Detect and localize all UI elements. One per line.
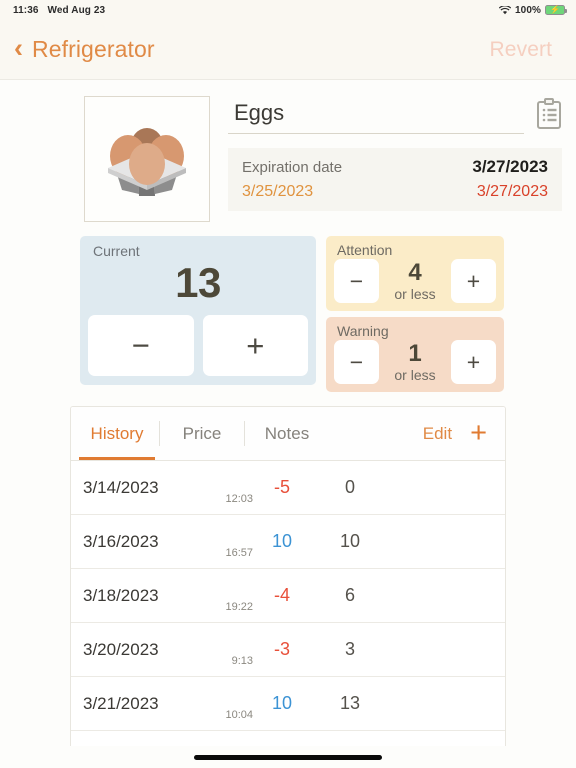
history-date: 3/20/2023 — [83, 639, 159, 659]
attention-increment-button[interactable]: + — [451, 259, 496, 303]
expiration-threshold-row: 3/25/2023 3/27/2023 — [242, 183, 548, 201]
tab-price[interactable]: Price — [160, 407, 244, 460]
warning-value-group: 1 or less — [385, 339, 445, 383]
history-total: 3 — [344, 639, 355, 659]
status-date: Wed Aug 23 — [47, 4, 106, 16]
page-title: Refrigerator — [32, 36, 155, 62]
attention-label: Attention — [337, 242, 393, 258]
history-total: 10 — [339, 531, 361, 551]
history-delta: -4 — [273, 585, 290, 605]
history-list: 3/14/2023 12:03 -5 0 3/16/2023 16:57 10 … — [71, 461, 505, 768]
status-bar-right: 100% ⚡ — [499, 4, 567, 16]
battery-percent: 100% — [515, 4, 541, 16]
product-thumbnail[interactable] — [84, 96, 210, 222]
warning-decrement-button[interactable]: − — [334, 340, 379, 384]
history-time: 10:04 — [225, 709, 253, 721]
history-date: 3/14/2023 — [83, 477, 159, 497]
expiration-date-value: 3/27/2023 — [472, 157, 548, 176]
product-name-input[interactable] — [228, 98, 524, 134]
wifi-icon — [499, 5, 512, 15]
table-row[interactable]: 3/16/2023 16:57 10 10 — [71, 515, 505, 569]
main-content: Expiration date 3/27/2023 3/25/2023 3/27… — [0, 80, 576, 768]
chevron-left-icon: ‹ — [14, 32, 23, 63]
product-title-row — [228, 98, 562, 134]
attention-threshold-card: Attention − 4 or less + — [326, 236, 504, 311]
product-details: Expiration date 3/27/2023 3/25/2023 3/27… — [228, 96, 562, 222]
current-label: Current — [93, 243, 140, 259]
table-row[interactable]: 3/14/2023 12:03 -5 0 — [71, 461, 505, 515]
history-date: 3/16/2023 — [83, 531, 159, 551]
attention-decrement-button[interactable]: − — [334, 259, 379, 303]
history-time: 9:13 — [231, 655, 253, 667]
expiration-attention-date: 3/25/2023 — [242, 183, 314, 200]
history-time: 12:03 — [225, 493, 253, 505]
history-total: 13 — [339, 693, 361, 713]
warning-stepper: − 1 or less + — [334, 340, 496, 384]
table-row[interactable]: 3/18/2023 19:22 -4 6 — [71, 569, 505, 623]
counters-section: Current 13 − + Attention − 4 or less + W… — [0, 222, 576, 392]
warning-suffix: or less — [394, 366, 436, 383]
attention-value-group: 4 or less — [385, 258, 445, 302]
table-row[interactable]: 3/21/2023 10:04 10 13 — [71, 677, 505, 731]
home-indicator-area — [0, 746, 576, 768]
tab-history[interactable]: History — [75, 407, 159, 460]
history-time: 19:22 — [225, 601, 253, 613]
current-stock-card: Current 13 − + — [80, 236, 316, 386]
status-bar: 11:36 Wed Aug 23 100% ⚡ — [0, 0, 576, 20]
navigation-bar: ‹ Refrigerator Revert — [0, 20, 576, 80]
expiration-label: Expiration date — [242, 159, 343, 176]
edit-button[interactable]: Edit — [411, 407, 464, 460]
history-delta: -5 — [273, 477, 290, 497]
tab-spacer — [329, 407, 411, 460]
attention-suffix: or less — [394, 285, 436, 302]
egg-carton-image — [94, 106, 200, 212]
history-date: 3/18/2023 — [83, 585, 159, 605]
history-date: 3/21/2023 — [83, 693, 159, 713]
add-entry-button[interactable]: + — [464, 407, 505, 460]
product-header: Expiration date 3/27/2023 3/25/2023 3/27… — [0, 80, 576, 222]
history-time: 16:57 — [225, 547, 253, 559]
warning-value: 1 — [408, 339, 422, 367]
tab-notes[interactable]: Notes — [245, 407, 329, 460]
table-row[interactable]: 3/20/2023 9:13 -3 3 — [71, 623, 505, 677]
current-value: 13 — [175, 259, 221, 306]
current-decrement-button[interactable]: − — [88, 315, 194, 377]
clipboard-list-icon[interactable] — [536, 98, 562, 130]
history-total: 6 — [344, 585, 355, 605]
detail-panel: History Price Notes Edit + 3/14/2023 12:… — [70, 406, 506, 768]
history-total: 0 — [344, 477, 355, 497]
expiration-warning-date: 3/27/2023 — [476, 183, 548, 200]
current-stepper: − + — [88, 315, 308, 377]
expiration-primary-row: Expiration date 3/27/2023 — [242, 157, 548, 177]
attention-stepper: − 4 or less + — [334, 259, 496, 303]
status-bar-left: 11:36 Wed Aug 23 — [13, 5, 105, 16]
current-increment-button[interactable]: + — [202, 315, 308, 377]
warning-threshold-card: Warning − 1 or less + — [326, 317, 504, 392]
history-delta: 10 — [271, 531, 293, 551]
revert-button[interactable]: Revert — [490, 38, 552, 62]
warning-increment-button[interactable]: + — [451, 340, 496, 384]
attention-value: 4 — [408, 258, 422, 286]
history-delta: -3 — [273, 639, 290, 659]
expiration-panel[interactable]: Expiration date 3/27/2023 3/25/2023 3/27… — [228, 148, 562, 211]
threshold-cards: Attention − 4 or less + Warning − 1 or l… — [326, 236, 504, 392]
tab-bar: History Price Notes Edit + — [71, 407, 505, 461]
home-indicator[interactable] — [194, 754, 382, 760]
back-button[interactable]: ‹ Refrigerator — [14, 32, 155, 65]
history-delta: 10 — [271, 693, 293, 713]
warning-label: Warning — [337, 323, 389, 339]
status-time: 11:36 — [13, 4, 39, 16]
battery-charging-icon: ⚡ — [545, 5, 567, 15]
